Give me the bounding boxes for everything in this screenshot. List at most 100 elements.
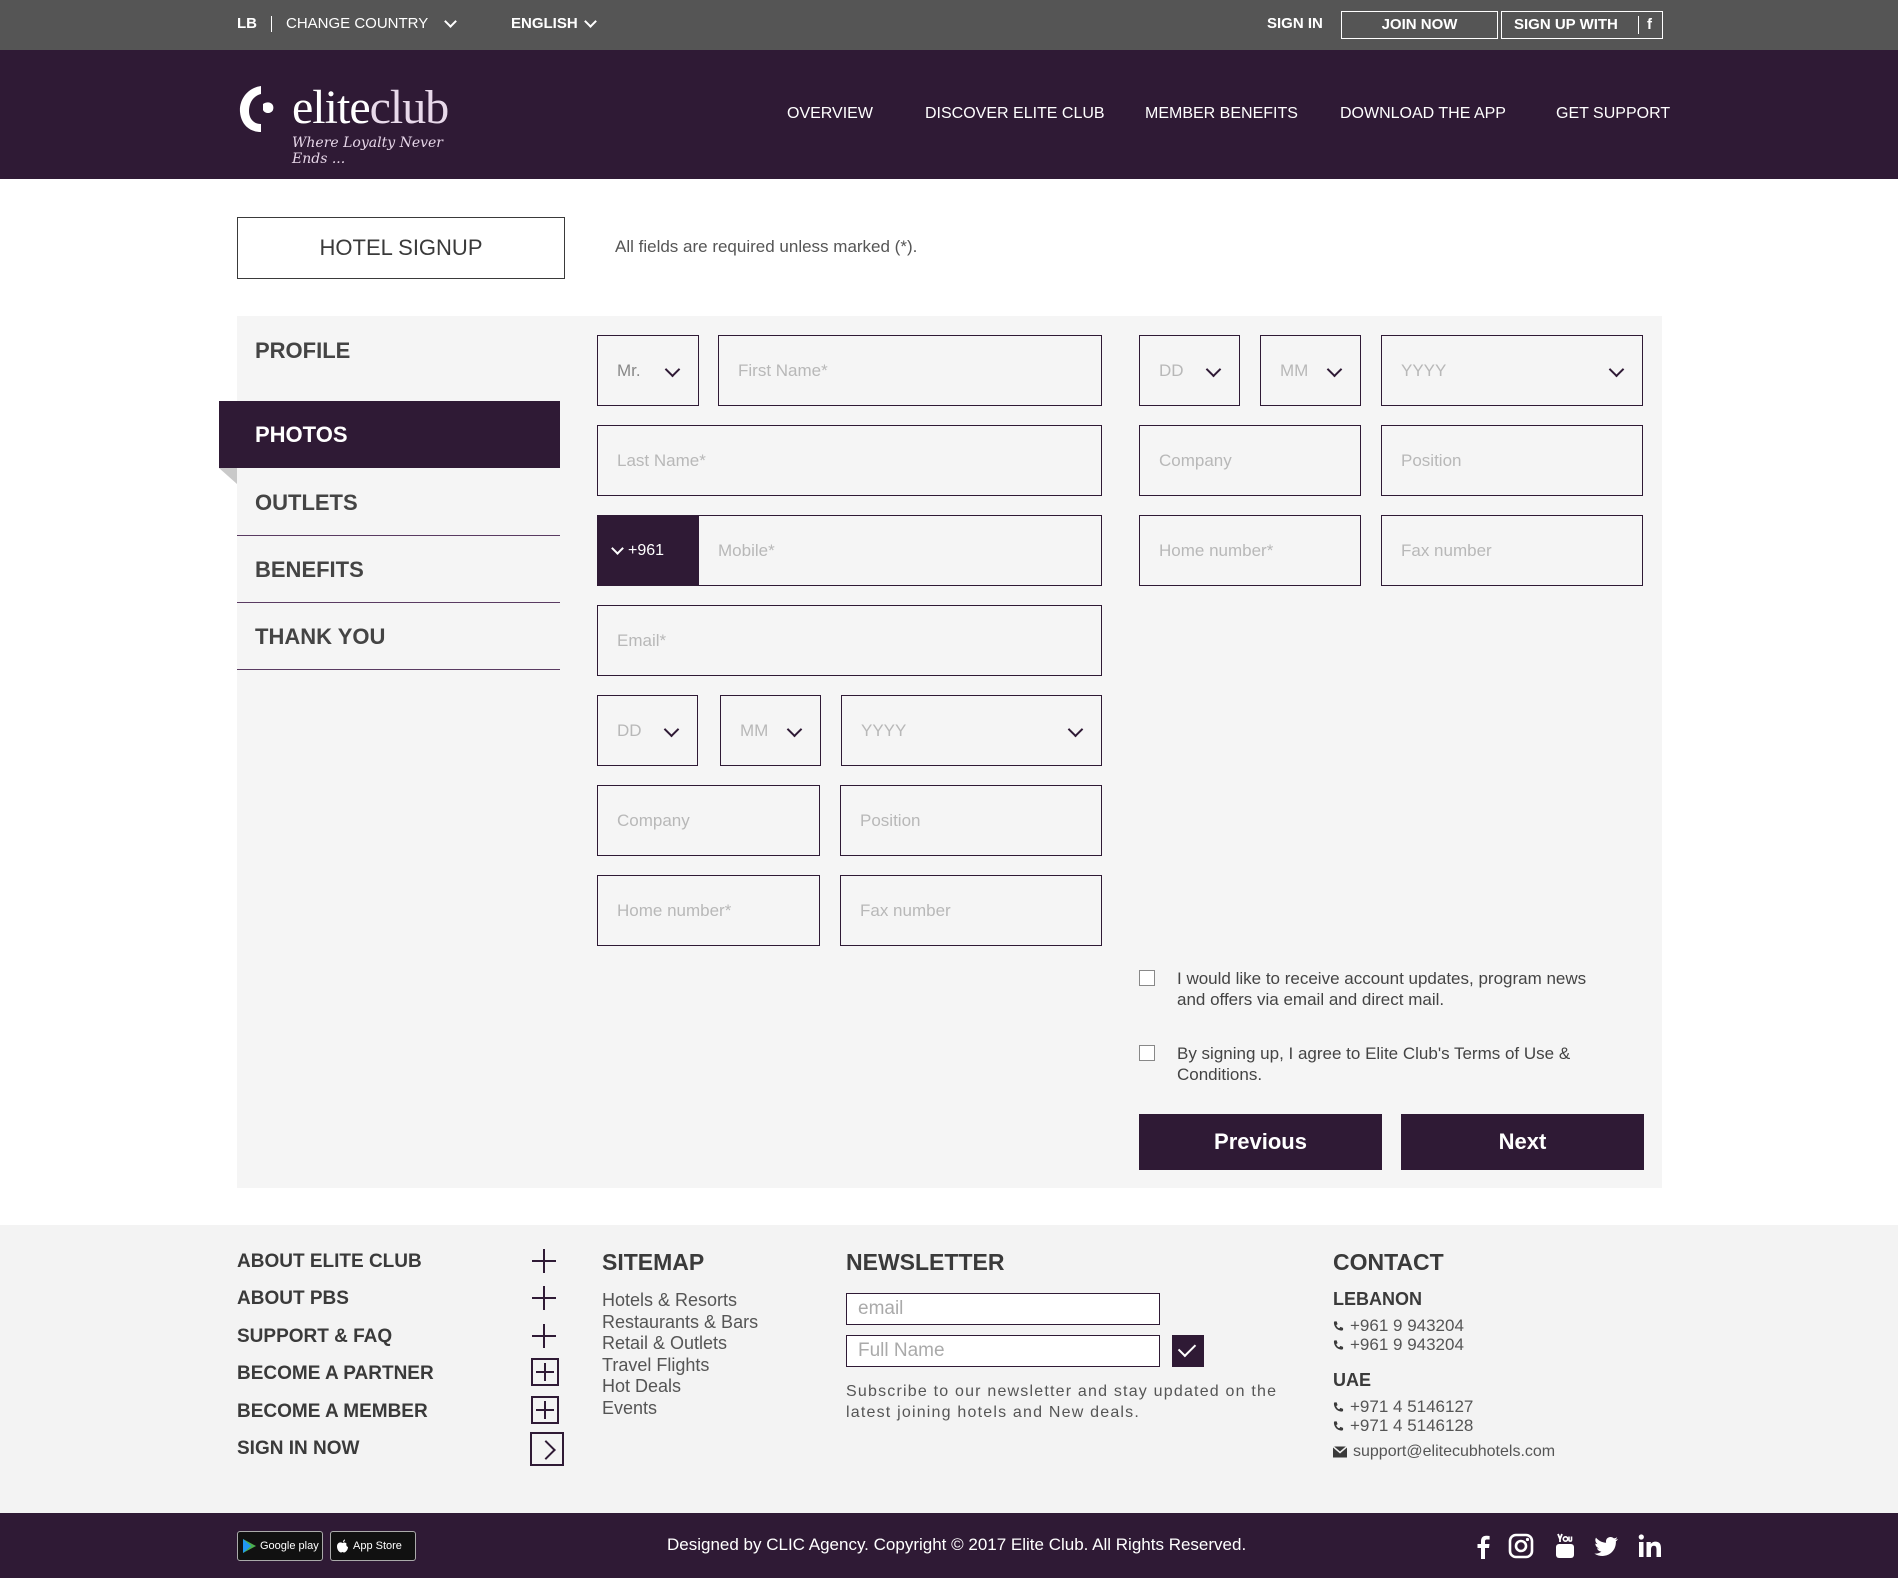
home-number-field[interactable]: Home number* xyxy=(597,875,820,946)
right-position-placeholder: Position xyxy=(1401,451,1462,470)
newsletter-description: Subscribe to our newsletter and stay upd… xyxy=(846,1383,1278,1421)
next-button[interactable]: Next xyxy=(1401,1114,1644,1170)
youtube-icon[interactable] xyxy=(1550,1531,1580,1561)
company-field[interactable]: Company xyxy=(597,785,820,856)
mobile-placeholder: Mobile* xyxy=(718,541,775,560)
step-outlets[interactable]: OUTLETS xyxy=(237,469,560,536)
contact-phone[interactable]: +971 4 5146128 xyxy=(1333,1416,1473,1436)
sitemap-title: SITEMAP xyxy=(602,1249,705,1275)
mobile-field[interactable]: +961 Mobile* xyxy=(597,515,1102,586)
plus-icon[interactable] xyxy=(530,1284,558,1312)
step-thank-you[interactable]: THANK YOU xyxy=(237,603,560,670)
footer-become-partner[interactable]: BECOME A PARTNER xyxy=(237,1363,434,1385)
country-code-dropdown[interactable]: +961 xyxy=(598,516,699,585)
right-dob-year-select[interactable]: YYYY xyxy=(1381,335,1643,406)
logo-wordmark: eliteclub xyxy=(292,80,449,135)
position-field[interactable]: Position xyxy=(840,785,1102,856)
step-photos[interactable]: PHOTOS xyxy=(219,401,560,484)
nav-get-support[interactable]: GET SUPPORT xyxy=(1556,105,1670,123)
right-fax-number-field[interactable]: Fax number xyxy=(1381,515,1643,586)
sitemap-link[interactable]: Restaurants & Bars xyxy=(602,1312,758,1333)
sign-up-with-facebook-button[interactable]: SIGN UP WITH f xyxy=(1501,11,1663,39)
sign-in-link[interactable]: SIGN IN xyxy=(1267,15,1323,32)
nav-download-the-app[interactable]: DOWNLOAD THE APP xyxy=(1340,105,1506,123)
last-name-placeholder: Last Name* xyxy=(617,451,706,470)
step-profile[interactable]: PROFILE xyxy=(237,317,560,384)
app-store-badge[interactable]: App Store xyxy=(330,1531,416,1561)
right-dob-day-select[interactable]: DD xyxy=(1139,335,1240,406)
right-position-field[interactable]: Position xyxy=(1381,425,1643,496)
plus-icon[interactable] xyxy=(530,1322,558,1350)
nav-member-benefits[interactable]: MEMBER BENEFITS xyxy=(1145,105,1298,123)
title-select[interactable]: Mr. xyxy=(597,335,699,406)
sitemap-link[interactable]: Travel Flights xyxy=(602,1355,709,1376)
linkedin-icon[interactable] xyxy=(1635,1531,1665,1561)
elite-club-logo[interactable]: eliteclub Where Loyalty Never Ends ... xyxy=(237,80,477,167)
divider xyxy=(271,15,272,32)
plus-box-icon[interactable] xyxy=(531,1358,559,1386)
instagram-icon[interactable] xyxy=(1506,1531,1536,1561)
contact-phone[interactable]: +961 9 943204 xyxy=(1333,1316,1464,1336)
contact-phone[interactable]: +961 9 943204 xyxy=(1333,1335,1464,1355)
logo-mark-icon xyxy=(239,86,274,132)
join-now-button[interactable]: JOIN NOW xyxy=(1341,11,1498,39)
newsletter-submit-button[interactable] xyxy=(1172,1335,1204,1367)
plus-icon[interactable] xyxy=(530,1247,558,1275)
phone-number: +961 9 943204 xyxy=(1350,1316,1464,1335)
contact-phone[interactable]: +971 4 5146127 xyxy=(1333,1397,1473,1417)
contact-uae-label: UAE xyxy=(1333,1370,1372,1390)
contact-email[interactable]: support@elitecubhotels.com xyxy=(1333,1443,1555,1461)
sitemap-link[interactable]: Hot Deals xyxy=(602,1376,681,1397)
right-company-field[interactable]: Company xyxy=(1139,425,1361,496)
country-code: LB xyxy=(237,15,257,32)
facebook-icon[interactable] xyxy=(1468,1531,1498,1561)
dob-year-select[interactable]: YYYY xyxy=(841,695,1102,766)
dob-month-select[interactable]: MM xyxy=(720,695,821,766)
footer-about-pbs[interactable]: ABOUT PBS xyxy=(237,1288,349,1310)
sitemap-link[interactable]: Retail & Outlets xyxy=(602,1333,727,1354)
fax-number-field[interactable]: Fax number xyxy=(840,875,1102,946)
sitemap-link[interactable]: Events xyxy=(602,1398,657,1419)
sitemap-link[interactable]: Hotels & Resorts xyxy=(602,1290,737,1311)
right-home-number-field[interactable]: Home number* xyxy=(1139,515,1361,586)
previous-button[interactable]: Previous xyxy=(1139,1114,1382,1170)
footer-become-member[interactable]: BECOME A MEMBER xyxy=(237,1401,428,1423)
change-country-label: CHANGE COUNTRY xyxy=(286,15,429,32)
right-dob-month-select[interactable]: MM xyxy=(1260,335,1361,406)
consent-updates-checkbox[interactable] xyxy=(1139,970,1155,986)
email-address: support@elitecubhotels.com xyxy=(1353,1443,1556,1460)
app-store-label: App Store xyxy=(353,1540,402,1552)
language-label: ENGLISH xyxy=(511,15,578,32)
page-title: HOTEL SIGNUP xyxy=(237,217,565,279)
footer-support-faq[interactable]: SUPPORT & FAQ xyxy=(237,1326,392,1348)
copyright-text: Designed by CLIC Agency. Copyright © 201… xyxy=(667,1535,1247,1554)
country-code-value: +961 xyxy=(628,542,665,559)
envelope-icon xyxy=(1333,1446,1347,1458)
email-field[interactable]: Email* xyxy=(597,605,1102,676)
footer-about-elite-club[interactable]: ABOUT ELITE CLUB xyxy=(237,1251,422,1273)
logo-elite: elite xyxy=(292,81,371,134)
footer-sign-in-now[interactable]: SIGN IN NOW xyxy=(237,1438,359,1460)
step-benefits[interactable]: BENEFITS xyxy=(237,536,560,603)
language-selector[interactable]: ENGLISH xyxy=(511,15,597,32)
first-name-field[interactable]: First Name* xyxy=(718,335,1102,406)
last-name-field[interactable]: Last Name* xyxy=(597,425,1102,496)
nav-discover-elite-club[interactable]: DISCOVER ELITE CLUB xyxy=(925,105,1105,123)
nav-overview[interactable]: OVERVIEW xyxy=(787,105,873,123)
plus-box-icon[interactable] xyxy=(531,1396,559,1424)
dob-day-select[interactable]: DD xyxy=(597,695,698,766)
chevron-down-icon xyxy=(444,15,458,28)
home-number-placeholder: Home number* xyxy=(617,901,732,920)
twitter-icon[interactable] xyxy=(1591,1531,1621,1561)
apple-icon xyxy=(337,1539,348,1553)
newsletter-email-input[interactable]: email xyxy=(846,1293,1160,1325)
consent-terms-checkbox[interactable] xyxy=(1139,1045,1155,1061)
arrow-right-icon[interactable] xyxy=(530,1432,564,1466)
phone-icon xyxy=(1333,1402,1344,1412)
first-name-placeholder: First Name* xyxy=(738,361,828,380)
dob-month-value: MM xyxy=(740,721,769,740)
newsletter-name-input[interactable]: Full Name xyxy=(846,1335,1160,1367)
right-dob-month-value: MM xyxy=(1280,361,1309,380)
country-selector[interactable]: LB CHANGE COUNTRY xyxy=(237,15,458,32)
google-play-badge[interactable]: Google play xyxy=(237,1531,323,1561)
